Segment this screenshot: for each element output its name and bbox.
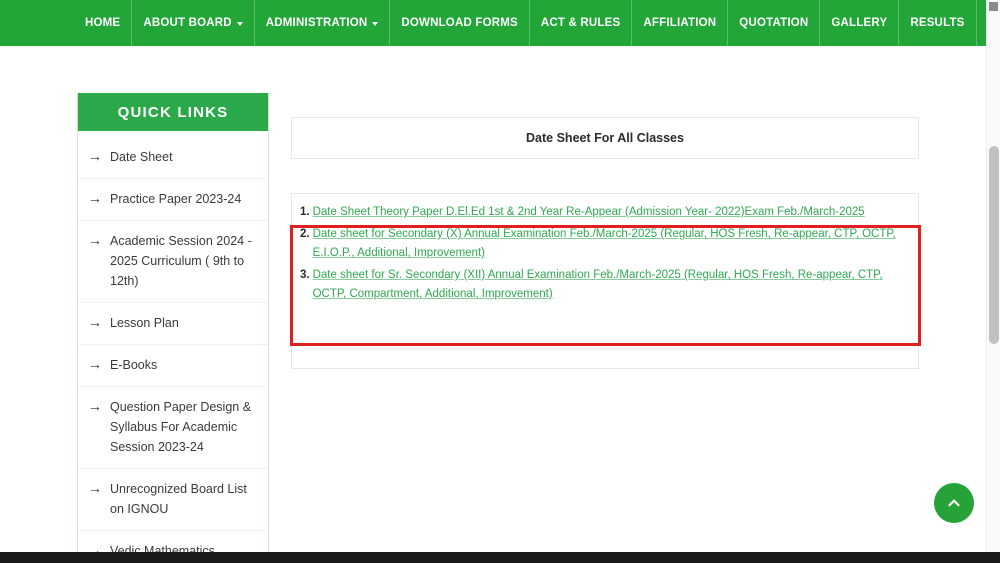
sidebar-title: QUICK LINKS bbox=[78, 93, 268, 131]
main-content: Date Sheet For All Classes 1. Date Sheet… bbox=[291, 117, 919, 369]
nav-item-about-board[interactable]: ABOUT BOARD bbox=[132, 0, 255, 46]
scroll-to-top-button[interactable] bbox=[934, 483, 974, 523]
nav-left-spacer bbox=[0, 0, 74, 46]
sidebar-item-e-books[interactable]: → E-Books bbox=[78, 345, 268, 387]
sidebar-item-label: Question Paper Design & Syllabus For Aca… bbox=[110, 400, 252, 454]
main-navigation: HOME ABOUT BOARD ADMINISTRATION DOWNLOAD… bbox=[0, 0, 1000, 46]
nav-item-label: AFFILIATION bbox=[643, 17, 717, 29]
arrow-right-icon: → bbox=[88, 480, 102, 496]
nav-item-gallery[interactable]: GALLERY bbox=[820, 0, 900, 46]
sidebar-item-label: E-Books bbox=[110, 358, 158, 372]
arrow-right-icon: → bbox=[88, 398, 102, 414]
bottom-bar bbox=[0, 552, 1000, 563]
sidebar-item-academic-session-curriculum[interactable]: → Academic Session 2024 - 2025 Curriculu… bbox=[78, 221, 268, 303]
nav-item-label: DOWNLOAD FORMS bbox=[401, 17, 518, 29]
page-title: Date Sheet For All Classes bbox=[291, 117, 919, 159]
date-sheet-link-sr-secondary-xii[interactable]: Date sheet for Sr. Secondary (XII) Annua… bbox=[313, 266, 910, 304]
nav-item-label: QUOTATION bbox=[739, 17, 809, 29]
nav-item-act-rules[interactable]: ACT & RULES bbox=[530, 0, 633, 46]
chevron-down-icon bbox=[372, 22, 379, 26]
arrow-right-icon: → bbox=[88, 356, 102, 372]
chevron-up-icon bbox=[948, 499, 960, 507]
arrow-right-icon: → bbox=[88, 148, 102, 164]
nav-item-label: ADMINISTRATION bbox=[265, 17, 368, 29]
sidebar-title-label: QUICK LINKS bbox=[117, 103, 229, 121]
sidebar-list: → Date Sheet → Practice Paper 2023-24 → … bbox=[78, 131, 268, 563]
nav-item-label: HOME bbox=[85, 17, 121, 29]
sidebar-item-label: Academic Session 2024 - 2025 Curriculum … bbox=[110, 234, 252, 288]
nav-item-label: RESULTS bbox=[910, 17, 965, 29]
scrollbar-corner bbox=[989, 2, 998, 11]
vertical-scrollbar-track[interactable] bbox=[986, 0, 1000, 553]
nav-item-quotation[interactable]: QUOTATION bbox=[728, 0, 821, 46]
sidebar-item-label: Unrecognized Board List on IGNOU bbox=[110, 482, 247, 516]
list-item[interactable]: 3. Date sheet for Sr. Secondary (XII) An… bbox=[300, 265, 910, 306]
sidebar-item-label: Practice Paper 2023-24 bbox=[110, 192, 242, 206]
nav-item-affiliation[interactable]: AFFILIATION bbox=[632, 0, 729, 46]
sidebar-item-date-sheet[interactable]: → Date Sheet bbox=[78, 137, 268, 179]
sidebar-item-lesson-plan[interactable]: → Lesson Plan bbox=[78, 303, 268, 345]
sidebar-item-label: Date Sheet bbox=[110, 150, 173, 164]
nav-item-download-forms[interactable]: DOWNLOAD FORMS bbox=[390, 0, 530, 46]
list-item-number: 2. bbox=[300, 228, 310, 240]
date-sheet-link-del-ed[interactable]: Date Sheet Theory Paper D.El.Ed 1st & 2n… bbox=[313, 203, 865, 222]
nav-item-label: ABOUT BOARD bbox=[143, 17, 232, 29]
nav-item-label: ACT & RULES bbox=[540, 17, 621, 29]
sidebar-item-practice-paper[interactable]: → Practice Paper 2023-24 bbox=[78, 179, 268, 221]
date-sheet-link-secondary-x[interactable]: Date sheet for Secondary (X) Annual Exam… bbox=[313, 225, 910, 263]
nav-item-results[interactable]: RESULTS bbox=[899, 0, 977, 46]
sidebar-item-question-paper-design[interactable]: → Question Paper Design & Syllabus For A… bbox=[78, 387, 268, 469]
sidebar-item-label: Lesson Plan bbox=[110, 316, 179, 330]
list-item[interactable]: 1. Date Sheet Theory Paper D.El.Ed 1st &… bbox=[300, 202, 910, 224]
page-root: HOME ABOUT BOARD ADMINISTRATION DOWNLOAD… bbox=[0, 0, 1000, 563]
arrow-right-icon: → bbox=[88, 232, 102, 248]
nav-item-administration[interactable]: ADMINISTRATION bbox=[255, 0, 391, 46]
nav-item-label: GALLERY bbox=[831, 17, 888, 29]
date-sheet-panel: 1. Date Sheet Theory Paper D.El.Ed 1st &… bbox=[291, 193, 919, 369]
vertical-scrollbar-thumb[interactable] bbox=[989, 146, 999, 344]
page-title-label: Date Sheet For All Classes bbox=[526, 131, 684, 145]
arrow-right-icon: → bbox=[88, 314, 102, 330]
quick-links-sidebar: QUICK LINKS → Date Sheet → Practice Pape… bbox=[77, 93, 269, 563]
nav-item-home[interactable]: HOME bbox=[74, 0, 133, 46]
sidebar-item-unrecognized-board-list[interactable]: → Unrecognized Board List on IGNOU bbox=[78, 469, 268, 531]
chevron-down-icon bbox=[236, 22, 243, 26]
date-sheet-link-list: 1. Date Sheet Theory Paper D.El.Ed 1st &… bbox=[292, 198, 918, 316]
list-item-number: 3. bbox=[300, 269, 310, 281]
list-item[interactable]: 2. Date sheet for Secondary (X) Annual E… bbox=[300, 224, 910, 265]
arrow-right-icon: → bbox=[88, 190, 102, 206]
list-item-number: 1. bbox=[300, 206, 310, 218]
